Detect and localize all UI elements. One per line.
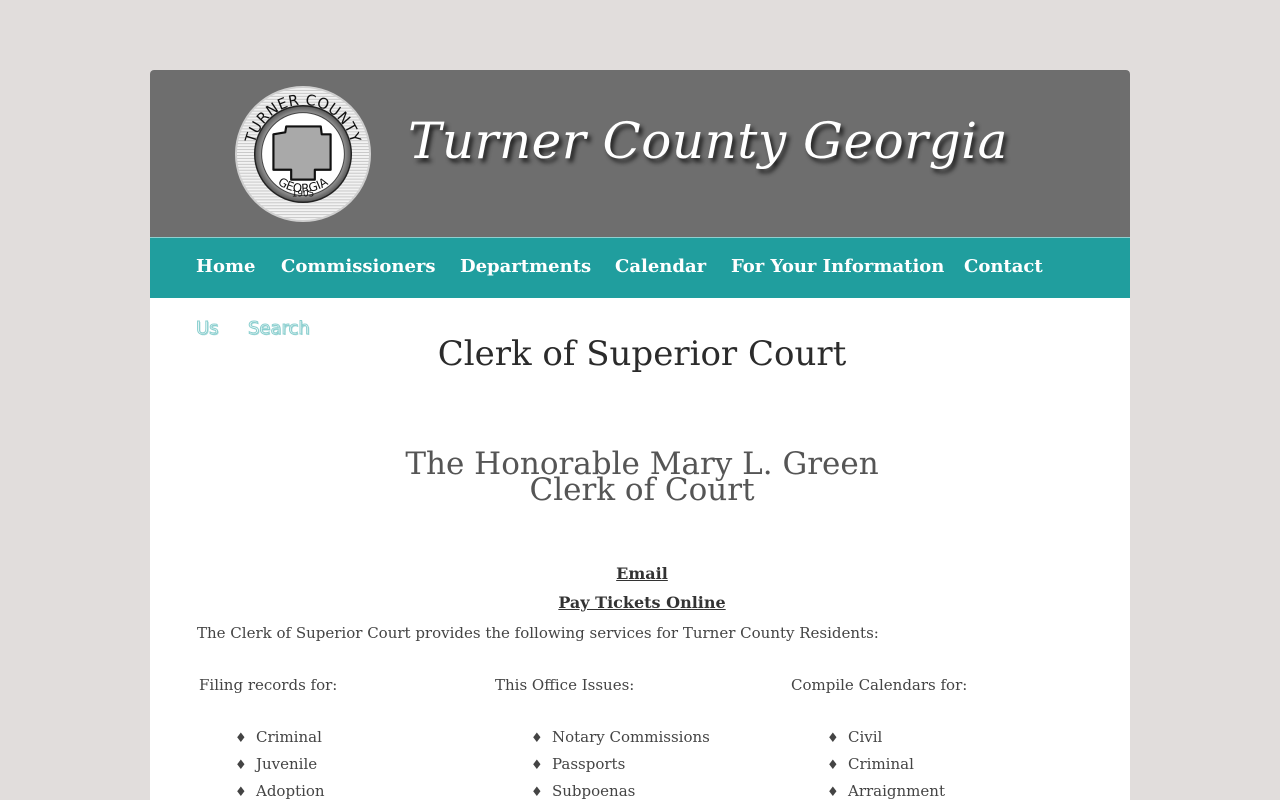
services-column-issues: This Office Issues: ♦ Notary Commissions …: [495, 676, 775, 800]
issues-list: ♦ Notary Commissions ♦ Passports ♦ Subpoena…: [531, 728, 710, 800]
column-heading: This Office Issues:: [495, 676, 635, 694]
nav-for-your-information[interactable]: For Your Information: [731, 256, 944, 277]
column-heading: Compile Calendars for:: [791, 676, 968, 694]
main-nav: Home Commissioners Departments Calendar …: [150, 237, 1130, 298]
services-intro: The Clerk of Superior Court provides the…: [197, 624, 879, 642]
list-item: ♦ Subpoenas: [531, 782, 636, 800]
page-title: Clerk of Superior Court: [437, 334, 847, 374]
nav-contact[interactable]: Contact: [964, 256, 1043, 277]
list-item: ♦ Criminal: [827, 755, 914, 773]
list-item: ♦ Notary Commissions: [531, 728, 710, 746]
column-heading: Filing records for:: [199, 676, 338, 694]
site-header: TURNER COUNTY 1905 GEORGIA Turner County…: [150, 70, 1130, 237]
list-item: ♦ Juvenile: [235, 755, 318, 773]
services-column-filing: Filing records for: ♦ Criminal ♦ Juvenile …: [199, 676, 479, 800]
calendars-list: ♦ Civil ♦ Criminal ♦ Arraignment: [827, 728, 945, 800]
official-title: Clerk of Court: [529, 472, 755, 508]
official-block: The Honorable Mary L. Green Clerk of Cou…: [150, 449, 1130, 508]
filing-list: ♦ Criminal ♦ Juvenile ♦ Adoption: [235, 728, 325, 800]
list-item: ♦ Civil: [827, 728, 883, 746]
diamond-bullet-icon: ♦: [531, 731, 543, 746]
diamond-bullet-icon: ♦: [827, 731, 839, 746]
nav-home[interactable]: Home: [196, 256, 256, 277]
county-seal-logo[interactable]: TURNER COUNTY 1905 GEORGIA: [234, 85, 372, 223]
diamond-bullet-icon: ♦: [235, 758, 247, 773]
nav-commissioners[interactable]: Commissioners: [281, 256, 436, 277]
diamond-bullet-icon: ♦: [827, 758, 839, 773]
list-item: ♦ Adoption: [235, 782, 325, 800]
nav-calendar[interactable]: Calendar: [615, 256, 706, 277]
diamond-bullet-icon: ♦: [531, 758, 543, 773]
diamond-bullet-icon: ♦: [827, 785, 839, 800]
list-item: ♦ Passports: [531, 755, 626, 773]
diamond-bullet-icon: ♦: [235, 785, 247, 800]
nav-departments[interactable]: Departments: [460, 256, 591, 277]
page-container: TURNER COUNTY 1905 GEORGIA Turner County…: [150, 70, 1130, 800]
services-column-calendars: Compile Calendars for: ♦ Civil ♦ Criminal …: [791, 676, 1071, 800]
list-item: ♦ Arraignment: [827, 782, 945, 800]
site-title[interactable]: Turner County Georgia: [408, 112, 1008, 170]
list-item: ♦ Criminal: [235, 728, 322, 746]
email-link[interactable]: Email: [150, 564, 1130, 583]
diamond-bullet-icon: ♦: [531, 785, 543, 800]
pay-tickets-link[interactable]: Pay Tickets Online: [150, 593, 1130, 612]
diamond-bullet-icon: ♦: [235, 731, 247, 746]
